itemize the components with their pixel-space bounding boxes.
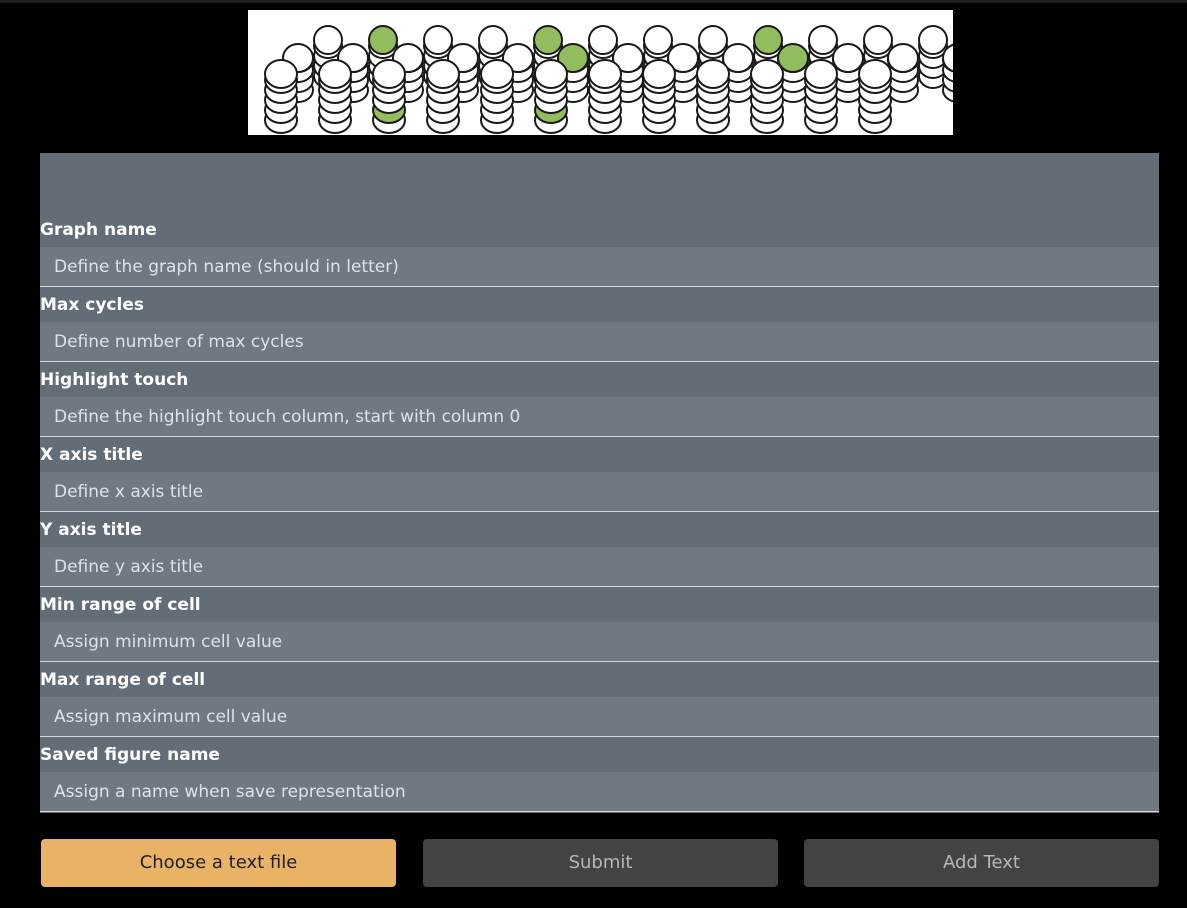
highlight-touch-label: Highlight touch	[40, 370, 189, 390]
submit-button[interactable]: Submit	[423, 839, 778, 887]
add-text-button[interactable]: Add Text	[804, 839, 1159, 887]
max-cycles-label: Max cycles	[40, 295, 144, 315]
config-form: Graph name Max cycles Highlight touch X …	[40, 153, 1159, 813]
field-max-cycles: Max cycles	[40, 288, 1159, 363]
x-axis-title-input[interactable]	[40, 472, 1159, 512]
window-top-border	[0, 0, 1187, 3]
y-axis-title-label: Y axis title	[40, 520, 142, 540]
field-max-range: Max range of cell	[40, 663, 1159, 738]
max-cycles-input[interactable]	[40, 322, 1159, 362]
choose-text-file-button[interactable]: Choose a text file	[41, 839, 396, 887]
saved-figure-name-input[interactable]	[40, 772, 1159, 812]
field-graph-name: Graph name	[40, 213, 1159, 288]
min-range-input[interactable]	[40, 622, 1159, 662]
graph-name-input[interactable]	[40, 247, 1159, 287]
field-min-range: Min range of cell	[40, 588, 1159, 663]
x-axis-title-label: X axis title	[40, 445, 143, 465]
y-axis-title-input[interactable]	[40, 547, 1159, 587]
min-range-label: Min range of cell	[40, 595, 201, 615]
highlight-touch-input[interactable]	[40, 397, 1159, 437]
field-saved-figure-name: Saved figure name	[40, 738, 1159, 813]
field-highlight-touch: Highlight touch	[40, 363, 1159, 438]
field-x-axis-title: X axis title	[40, 438, 1159, 513]
field-y-axis-title: Y axis title	[40, 513, 1159, 588]
cell-stack-illustration	[248, 10, 953, 135]
max-range-label: Max range of cell	[40, 670, 206, 690]
max-range-input[interactable]	[40, 697, 1159, 737]
saved-figure-name-label: Saved figure name	[40, 745, 220, 765]
graph-name-label: Graph name	[40, 220, 157, 240]
